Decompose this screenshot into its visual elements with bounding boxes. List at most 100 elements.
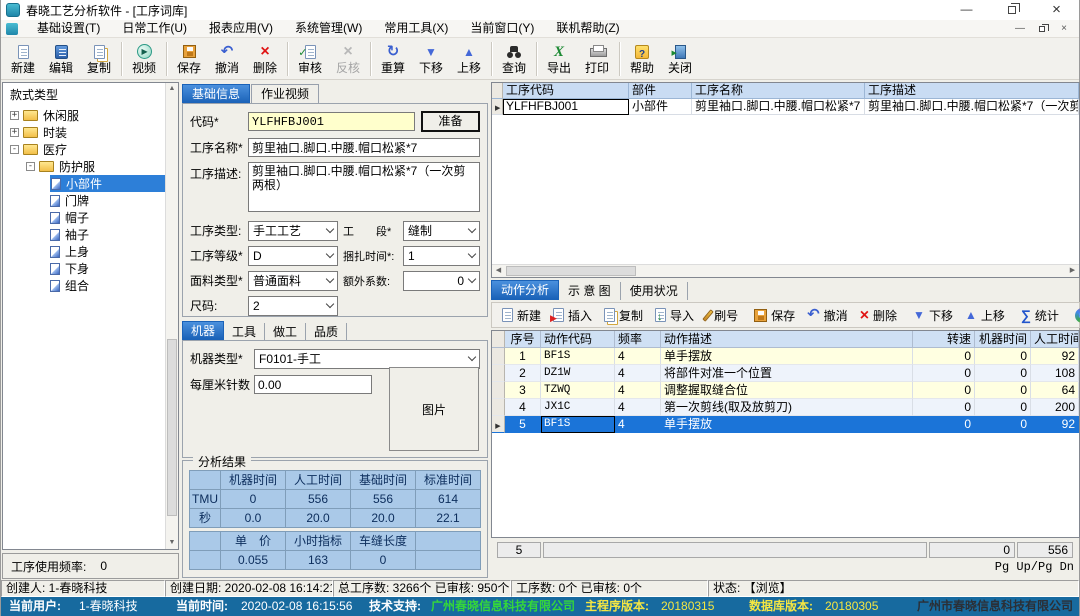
menu-reports[interactable]: 报表应用(V) [198,20,284,37]
save-button[interactable]: 保存 [170,39,208,79]
tree-item-sleeve[interactable]: 袖子 [3,226,178,243]
help-button[interactable]: ?帮助 [623,39,661,79]
tab-basic-info[interactable]: 基础信息 [182,84,250,103]
restore-button[interactable] [989,0,1034,20]
action-insert-button[interactable]: ▶插入 [547,304,598,326]
horizontal-scrollbar[interactable]: ◀ ▶ [492,264,1079,277]
action-statistics-button[interactable]: ∑统计 [1015,304,1065,326]
action-undo-button[interactable]: ↶撤消 [801,304,854,326]
audit-button[interactable]: ✓审核 [291,39,329,79]
action-move-down-button[interactable]: ▼下移 [907,304,959,326]
process-name-input[interactable]: 剪里袖口.脚口.中腰.帽口松紧*7 [248,138,480,157]
tree-item-casual[interactable]: +休闲服 [3,107,178,124]
video-button[interactable]: ▶视频 [125,39,163,79]
table-row[interactable]: 3 TZWQ 4 调整握取缝合位 0 0 64 [492,382,1079,399]
cell-part[interactable]: 小部件 [629,99,692,115]
stitches-per-cm-input[interactable]: 0.00 [254,375,372,394]
tab-tools[interactable]: 工具 [224,323,265,340]
menu-help[interactable]: 联机帮助(Z) [545,20,630,37]
sec-labor: 20.0 [286,509,350,527]
tab-workmanship[interactable]: 做工 [265,323,306,340]
machine-type-select[interactable]: F0101-手工 [254,349,480,369]
collapse-minus-icon[interactable]: - [10,145,19,154]
tree-item-small-parts[interactable]: 小部件 [3,175,178,192]
menu-basic-settings[interactable]: 基础设置(T) [26,20,111,37]
basic-info-form: 代码* YLFHFBJ001 准备 工序名称* 剪里袖口.脚口.中腰.帽口松紧*… [182,103,488,317]
tree-item-lower-body[interactable]: 下身 [3,260,178,277]
minimize-button[interactable]: — [944,0,989,20]
tree-item-medical[interactable]: -医疗 [3,141,178,158]
tab-quality[interactable]: 品质 [306,323,347,340]
table-row-selected[interactable]: ▶ 5 BF1S 4 单手摆放 0 0 92 [492,416,1079,433]
child-restore-button[interactable] [1031,21,1053,37]
tree-item-hat[interactable]: 帽子 [3,209,178,226]
code-input[interactable]: YLFHFBJ001 [248,112,415,131]
cell-process-desc[interactable]: 剪里袖口.脚口.中腰.帽口松紧*7（一次剪两根） [865,99,1079,115]
close-button[interactable]: × [1034,0,1079,20]
query-button[interactable]: 查询 [495,39,533,79]
cell-process-name[interactable]: 剪里袖口.脚口.中腰.帽口松紧*7 [692,99,865,115]
extra-factor-select[interactable]: 0 [403,271,480,291]
action-new-button[interactable]: 新建 [496,304,547,326]
menu-daily-work[interactable]: 日常工作(U) [111,20,198,37]
tree-item-fashion[interactable]: +时装 [3,124,178,141]
tab-machine[interactable]: 机器 [182,321,224,340]
action-delete-button[interactable]: ×删除 [854,304,903,326]
new-button[interactable]: 新建 [4,39,42,79]
expand-plus-icon[interactable]: + [10,111,19,120]
tree-item-protective-suit[interactable]: -防护服 [3,158,178,175]
action-copy-button[interactable]: 复制 [598,304,649,326]
chevron-down-icon [468,275,476,283]
segment-select[interactable]: 缝制 [403,221,480,241]
tree-item-door-tag[interactable]: 门牌 [3,192,178,209]
table-row[interactable]: 1 BF1S 4 单手摆放 0 0 92 [492,348,1079,365]
scroll-up-arrow-icon[interactable]: ▲ [166,83,178,95]
action-renumber-button[interactable]: 刷号 [700,304,744,326]
menu-current-window[interactable]: 当前窗口(Y) [459,20,545,37]
child-close-button[interactable]: × [1053,21,1075,37]
fabric-type-select[interactable]: 普通面料 [248,271,338,291]
move-down-button[interactable]: ▼下移 [412,39,450,79]
action-import-button[interactable]: ↓导入 [649,304,700,326]
tree-item-upper-body[interactable]: 上身 [3,243,178,260]
tab-diagram[interactable]: 示 意 图 [559,282,621,300]
action-analysis-panel: 动作分析 示 意 图 使用状况 新建 ▶插入 复制 ↓导入 刷号 保存 ↶撤消 … [491,280,1080,576]
expand-plus-icon[interactable]: + [10,128,19,137]
close-window-button[interactable]: ▶关闭 [661,39,699,79]
tab-action-analysis[interactable]: 动作分析 [491,280,559,300]
copy-button[interactable]: 复制 [80,39,118,79]
bundle-time-select[interactable]: 1 [403,246,480,266]
action-move-up-button[interactable]: ▲上移 [959,304,1011,326]
scroll-left-arrow-icon[interactable]: ◀ [492,265,505,277]
process-grade-select[interactable]: D [248,246,338,266]
cell-process-code[interactable]: YLFHFBJ001 [503,99,629,115]
action-save-button[interactable]: 保存 [748,304,801,326]
action-play-button[interactable] [1069,304,1080,326]
menu-system[interactable]: 系统管理(W) [284,20,373,37]
delete-button[interactable]: ×删除 [246,39,284,79]
edit-button[interactable]: 编辑 [42,39,80,79]
ready-button[interactable]: 准备 [421,111,480,132]
export-button[interactable]: X导出 [540,39,578,79]
scrollbar-thumb[interactable] [506,266,636,276]
tab-usage-status[interactable]: 使用状况 [621,282,688,300]
tree-vertical-scrollbar[interactable]: ▲ ▼ [165,83,178,549]
print-button[interactable]: 打印 [578,39,616,79]
recalculate-button[interactable]: ↻重算 [374,39,412,79]
scrollbar-thumb[interactable] [167,339,177,516]
collapse-minus-icon[interactable]: - [26,162,35,171]
process-desc-textarea[interactable]: 剪里袖口.脚口.中腰.帽口松紧*7（一次剪两根） [248,162,480,212]
child-minimize-button[interactable]: — [1009,21,1031,37]
process-type-select[interactable]: 手工工艺 [248,221,338,241]
table-row[interactable]: 2 DZ1W 4 将部件对准一个位置 0 0 108 [492,365,1079,382]
scroll-right-arrow-icon[interactable]: ▶ [1066,265,1079,277]
menu-tools[interactable]: 常用工具(X) [373,20,459,37]
table-row[interactable]: 4 JX1C 4 第一次剪线(取及放剪刀) 0 0 200 [492,399,1079,416]
undo-button[interactable]: ↶撤消 [208,39,246,79]
tab-work-video[interactable]: 作业视频 [251,84,319,103]
table-row[interactable]: ▶ YLFHFBJ001 小部件 剪里袖口.脚口.中腰.帽口松紧*7 剪里袖口.… [492,99,1079,115]
size-select[interactable]: 2 [248,296,338,316]
move-up-button[interactable]: ▲上移 [450,39,488,79]
tree-item-combination[interactable]: 组合 [3,277,178,294]
scroll-down-arrow-icon[interactable]: ▼ [166,537,178,549]
